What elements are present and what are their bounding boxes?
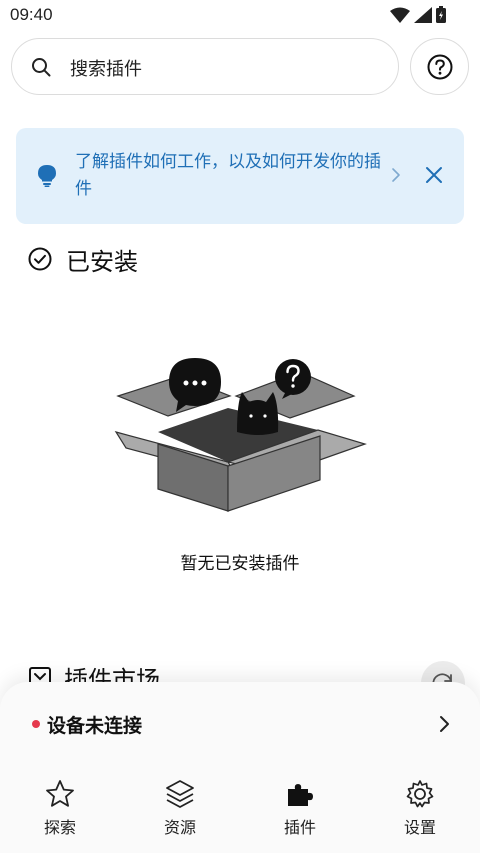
bottom-sheet: 设备未连接 探索 资源 插件 设置 bbox=[0, 682, 480, 853]
status-bar: 09:40 bbox=[0, 0, 480, 32]
nav-item-resources[interactable]: 资源 bbox=[120, 776, 240, 842]
nav-label: 探索 bbox=[43, 818, 76, 837]
lightbulb-icon bbox=[38, 165, 56, 187]
wifi-icon bbox=[390, 7, 410, 23]
device-status-label: 设备未连接 bbox=[47, 715, 143, 737]
question-icon bbox=[427, 54, 453, 80]
nav-item-explore[interactable]: 探索 bbox=[0, 776, 120, 842]
nav-item-settings[interactable]: 设置 bbox=[360, 776, 480, 842]
device-status-row[interactable]: 设备未连接 bbox=[0, 704, 480, 744]
status-dot bbox=[32, 720, 40, 728]
status-icons bbox=[390, 6, 446, 23]
puzzle-icon bbox=[288, 784, 313, 806]
banner-text: 了解插件如何工作，以及如何开发你的插件 bbox=[75, 152, 381, 199]
layers-icon bbox=[166, 780, 194, 808]
search-placeholder: 搜索插件 bbox=[70, 59, 142, 80]
gear-icon bbox=[406, 780, 434, 808]
status-time: 09:40 bbox=[10, 5, 53, 24]
signal-icon bbox=[414, 6, 432, 23]
installed-title: 已安装 bbox=[66, 247, 138, 276]
nav-item-plugins[interactable]: 插件 bbox=[240, 776, 360, 842]
chevron-right-icon[interactable] bbox=[390, 166, 402, 184]
help-button[interactable] bbox=[410, 38, 469, 95]
close-icon[interactable] bbox=[425, 166, 443, 184]
battery-icon bbox=[436, 6, 446, 23]
empty-box-illustration bbox=[114, 358, 367, 512]
installed-section-header: 已安装 bbox=[28, 242, 138, 276]
nav-label: 插件 bbox=[283, 818, 316, 837]
info-banner[interactable]: 了解插件如何工作，以及如何开发你的插件 bbox=[16, 128, 464, 224]
check-circle-icon bbox=[28, 247, 52, 271]
search-icon bbox=[32, 58, 51, 77]
chevron-right-icon bbox=[440, 716, 449, 732]
star-icon bbox=[46, 780, 74, 807]
search-input[interactable]: 搜索插件 bbox=[11, 38, 399, 95]
nav-label: 设置 bbox=[403, 818, 436, 837]
empty-state-text: 暂无已安装插件 bbox=[180, 554, 300, 574]
nav-label: 资源 bbox=[163, 818, 196, 837]
bottom-nav: 探索 资源 插件 设置 bbox=[0, 776, 480, 842]
